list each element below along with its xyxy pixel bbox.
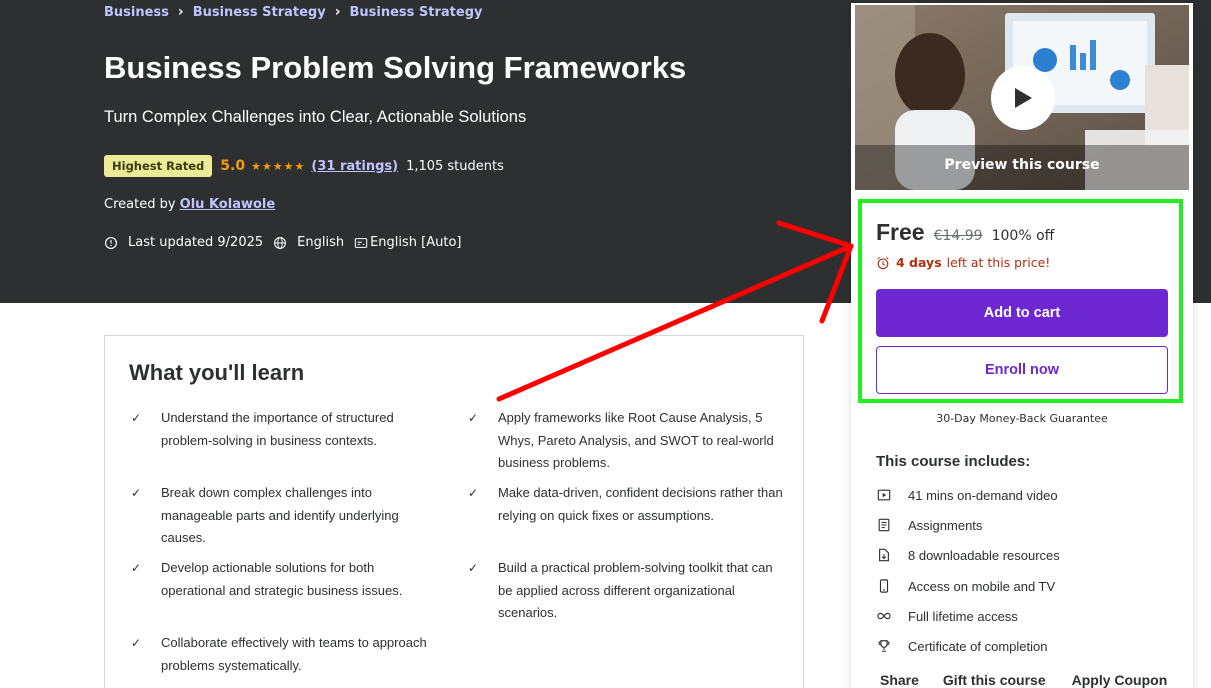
list-item: Access on mobile and TV (876, 578, 1055, 594)
list-item-text: Access on mobile and TV (908, 578, 1056, 594)
list-item-text: Make data-driven, confident decisions ra… (498, 485, 783, 523)
list-item-text: Collaborate effectively with teams to ap… (161, 635, 427, 673)
check-icon: ✓ (468, 411, 479, 425)
check-icon: ✓ (131, 561, 142, 575)
breadcrumb: Business › Business Strategy › Business … (104, 4, 483, 20)
language: English (273, 235, 344, 250)
check-icon: ✓ (131, 411, 142, 425)
language-text: English (297, 235, 345, 250)
list-item-text: Full lifetime access (908, 608, 1018, 624)
list-item-text: Develop actionable solutions for both op… (161, 560, 403, 598)
learn-title: What you'll learn (129, 360, 305, 385)
list-item-text: Apply frameworks like Root Cause Analysi… (498, 410, 774, 470)
discount-percent: 100% off (991, 228, 1055, 244)
list-item-text: 8 downloadable resources (908, 547, 1060, 563)
original-price: €14.99 (933, 228, 983, 244)
video-icon (876, 487, 892, 503)
list-item-text: Understand the importance of structured … (161, 410, 394, 448)
alert-clock-icon (105, 236, 117, 249)
list-item: ✓ Develop actionable solutions for both … (129, 557, 431, 602)
list-item: ✓ Build a practical problem-solving tool… (466, 557, 783, 625)
closed-captions-icon (354, 237, 368, 248)
last-updated-text: Last updated 9/2025 (128, 235, 264, 250)
trophy-icon (876, 638, 892, 654)
list-item: Full lifetime access (876, 608, 1018, 624)
chevron-right-icon: › (334, 4, 341, 20)
check-icon: ✓ (468, 486, 479, 500)
students-count: 1,105 students (406, 158, 504, 174)
ratings-count-link[interactable]: (31 ratings) (311, 159, 398, 174)
apply-coupon-link[interactable]: Apply Coupon (1072, 672, 1168, 688)
breadcrumb-item[interactable]: Business Strategy (193, 5, 326, 20)
download-icon (876, 547, 892, 563)
play-icon (1015, 88, 1032, 108)
highest-rated-badge: Highest Rated (104, 155, 213, 177)
add-to-cart-button[interactable]: Add to cart (876, 289, 1168, 337)
alarm-clock-icon (877, 256, 889, 269)
infinity-icon (876, 608, 892, 624)
globe-icon (274, 236, 287, 249)
timer-days: 4 days (896, 255, 942, 270)
captions: English [Auto] (354, 235, 462, 250)
list-item: 41 mins on-demand video (876, 487, 1058, 503)
timer-text: left at this price! (946, 255, 1051, 270)
list-item-text: Build a practical problem-solving toolki… (498, 560, 773, 620)
what-you-will-learn: What you'll learn ✓ Understand the impor… (104, 335, 804, 688)
captions-text: English [Auto] (370, 235, 462, 250)
price-row: Free €14.99 100% off (876, 219, 1054, 246)
share-link[interactable]: Share (880, 672, 919, 688)
created-by-label: Created by (104, 197, 176, 212)
mobile-icon (876, 578, 892, 594)
preview-label: Preview this course (944, 157, 1100, 173)
last-updated: Last updated 9/2025 (104, 235, 263, 250)
list-item: ✓ Break down complex challenges into man… (129, 482, 431, 550)
purchase-sidebar: Preview this course Free €14.99 100% off… (851, 3, 1193, 688)
list-item: Assignments (876, 517, 982, 533)
created-by: Created by Olu Kolawole (104, 197, 275, 212)
price-timer: 4 days left at this price! (876, 255, 1050, 270)
course-preview[interactable]: Preview this course (855, 5, 1189, 190)
check-icon: ✓ (131, 636, 142, 650)
gift-course-link[interactable]: Gift this course (943, 672, 1046, 688)
list-item: Certificate of completion (876, 638, 1047, 654)
list-item-text: Certificate of completion (908, 638, 1048, 654)
money-back-guarantee: 30-Day Money-Back Guarantee (936, 412, 1108, 425)
play-button[interactable] (991, 66, 1055, 130)
rating-value: 5.0 (220, 158, 246, 174)
assignment-icon (876, 517, 892, 533)
enroll-now-button[interactable]: Enroll now (876, 346, 1168, 394)
sidebar-footer-links: Share Gift this course Apply Coupon (880, 672, 1167, 688)
course-subtitle: Turn Complex Challenges into Clear, Acti… (104, 108, 527, 126)
list-item: 8 downloadable resources (876, 547, 1060, 563)
list-item: ✓ Make data-driven, confident decisions … (466, 482, 783, 527)
course-meta: Last updated 9/2025 English English [Aut… (104, 235, 472, 250)
check-icon: ✓ (468, 561, 479, 575)
list-item-text: Assignments (908, 517, 983, 533)
list-item-text: 41 mins on-demand video (908, 487, 1058, 503)
list-item-text: Break down complex challenges into manag… (161, 485, 399, 545)
page-title: Business Problem Solving Frameworks (104, 50, 687, 85)
breadcrumb-item[interactable]: Business Strategy (349, 5, 482, 20)
includes-title: This course includes: (876, 453, 1031, 470)
list-item: ✓ Apply frameworks like Root Cause Analy… (466, 407, 783, 475)
check-icon: ✓ (131, 486, 142, 500)
chevron-right-icon: › (177, 4, 184, 20)
list-item: ✓ Collaborate effectively with teams to … (129, 632, 451, 677)
author-link[interactable]: Olu Kolawole (180, 197, 276, 212)
rating-row: Highest Rated 5.0 ★★★★★ (31 ratings) 1,1… (104, 155, 504, 177)
star-rating-icon: ★★★★★ (251, 159, 306, 173)
list-item: ✓ Understand the importance of structure… (129, 407, 431, 452)
breadcrumb-item[interactable]: Business (104, 5, 169, 20)
current-price: Free (876, 219, 925, 245)
